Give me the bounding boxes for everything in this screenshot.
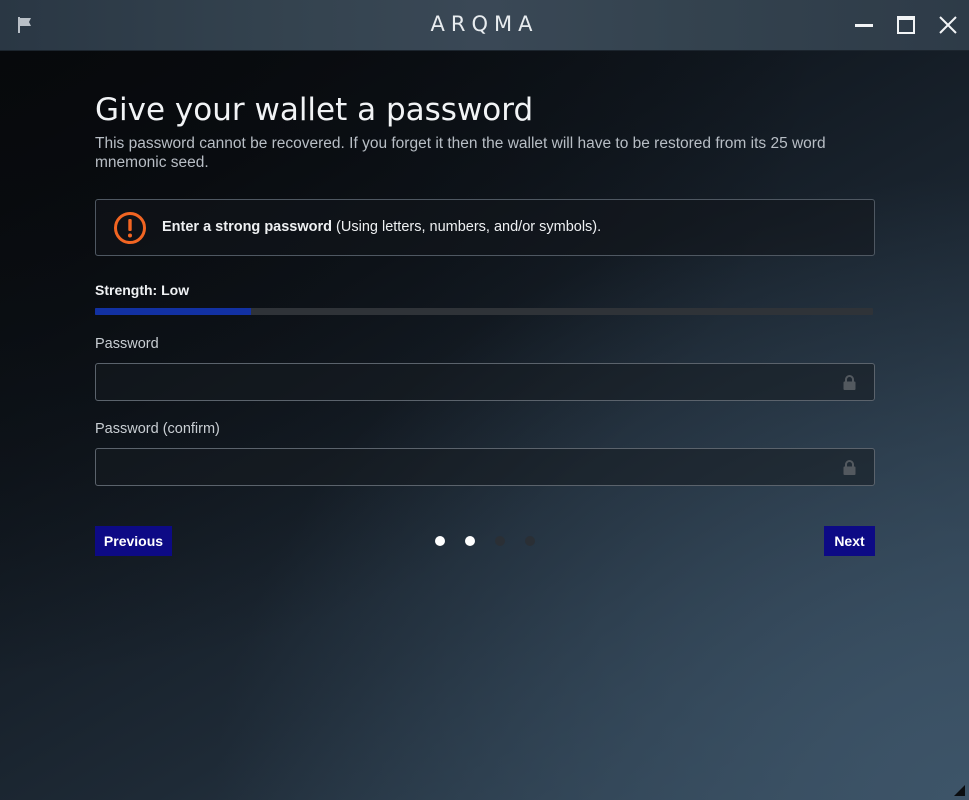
password-confirm-label: Password (confirm) — [95, 421, 220, 437]
resize-grip[interactable] — [954, 785, 965, 796]
warning-icon — [114, 212, 146, 244]
password-field[interactable] — [95, 363, 875, 402]
next-button[interactable]: Next — [824, 526, 875, 556]
step-dot-4 — [525, 536, 535, 546]
title-bar[interactable]: ARQMA — [0, 0, 969, 51]
step-dot-1 — [435, 536, 445, 546]
page-title: Give your wallet a password — [95, 92, 534, 128]
password-input[interactable] — [106, 364, 830, 402]
lock-icon — [843, 375, 856, 390]
notice-text: Enter a strong password (Using letters, … — [162, 219, 601, 235]
strength-label: Strength: Low — [95, 282, 190, 298]
maximize-icon[interactable] — [894, 13, 918, 37]
step-indicator — [430, 536, 550, 546]
notice-rest-text: (Using letters, numbers, and/or symbols)… — [332, 219, 602, 235]
app-window: ARQMA Give your wallet a password This p… — [0, 0, 969, 800]
strength-meter-fill — [95, 308, 251, 315]
close-icon[interactable] — [936, 13, 960, 37]
page-description: This password cannot be recovered. If yo… — [95, 135, 826, 171]
password-confirm-input[interactable] — [106, 449, 830, 487]
lock-icon — [843, 460, 856, 475]
step-dot-3 — [495, 536, 505, 546]
strength-meter — [95, 308, 873, 315]
password-confirm-field[interactable] — [95, 448, 875, 487]
app-title: ARQMA — [430, 12, 539, 36]
previous-button[interactable]: Previous — [95, 526, 172, 556]
minimize-icon[interactable] — [852, 13, 876, 37]
wizard-content: Give your wallet a password This passwor… — [95, 90, 875, 556]
notice-bold-text: Enter a strong password — [162, 219, 333, 235]
password-notice: Enter a strong password (Using letters, … — [95, 199, 875, 256]
password-label: Password — [95, 336, 159, 352]
step-dot-2 — [465, 536, 475, 546]
